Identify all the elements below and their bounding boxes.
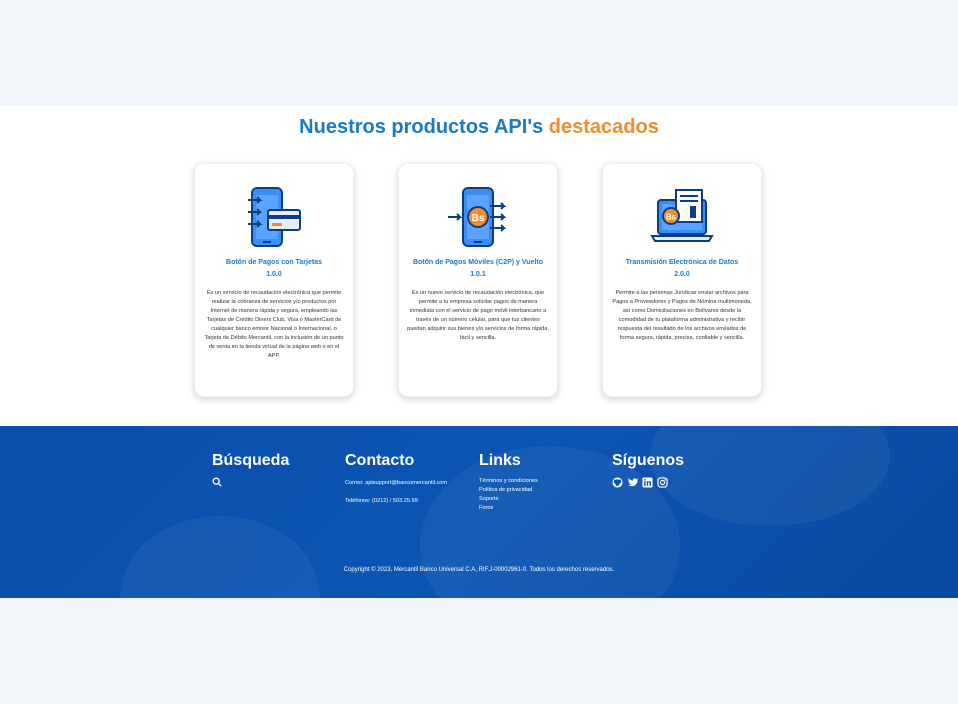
- footer-background-shape: [650, 426, 890, 526]
- contact-phone: Teléfonos: (0212) / 503.25.99: [345, 498, 418, 504]
- card-version: 1.0.0: [266, 271, 282, 278]
- footer-links-title: Links: [479, 452, 521, 469]
- product-card-mobile-payments[interactable]: Bs Botón de Pagos Móviles (C2P) y Vuelto…: [398, 163, 558, 397]
- svg-text:Bs: Bs: [472, 213, 485, 224]
- github-icon[interactable]: [612, 477, 623, 488]
- section-title: Nuestros productos API's destacados: [299, 116, 659, 138]
- card-version: 1.0.1: [470, 271, 486, 278]
- section-title-accent: destacados: [548, 116, 659, 138]
- social-links: [612, 477, 668, 488]
- contact-email[interactable]: Correo: apisupport@bancomercantil.com: [345, 479, 447, 487]
- card-description: Es un servicio de recaudación electrónic…: [204, 290, 344, 359]
- footer-search-title: Búsqueda: [212, 452, 290, 469]
- card-title[interactable]: Botón de Pagos Móviles (C2P) y Vuelto: [405, 258, 551, 267]
- card-description: Permite a las personas Jurídicas enviar …: [612, 290, 752, 341]
- copyright: Copyright © 2023, Mercantil Banco Univer…: [343, 567, 615, 573]
- card-description: Es un nuevo servicio de recaudación elec…: [407, 290, 549, 341]
- linkedin-icon[interactable]: [642, 477, 653, 488]
- footer-social-title: Síguenos: [612, 452, 685, 469]
- laptop-data-transfer-icon: Bs: [650, 189, 714, 242]
- card-title[interactable]: Botón de Pagos con Tarjetas: [201, 258, 347, 267]
- svg-text:Bs: Bs: [666, 213, 677, 222]
- footer-link-terms[interactable]: Términos y condiciones: [479, 477, 538, 485]
- product-card-card-payments[interactable]: Botón de Pagos con Tarjetas 1.0.0 Es un …: [194, 163, 354, 397]
- featured-products-section: Nuestros productos API's destacados Botó…: [0, 106, 958, 426]
- twitter-icon[interactable]: [627, 477, 638, 488]
- site-footer: Búsqueda Contacto Correo: apisupport@ban…: [0, 426, 958, 598]
- mobile-payment-bs-icon: Bs: [448, 187, 507, 247]
- card-title[interactable]: Transmisión Electrónica de Datos: [609, 258, 755, 267]
- footer-link-privacy[interactable]: Política de privacidad: [479, 486, 532, 494]
- footer-link-forums[interactable]: Foros: [479, 504, 493, 512]
- card-payment-phone-icon: [248, 187, 301, 247]
- card-version: 2.0.0: [674, 271, 690, 278]
- search-icon[interactable]: [212, 477, 222, 487]
- footer-contact-title: Contacto: [345, 452, 415, 469]
- instagram-icon[interactable]: [657, 477, 668, 488]
- product-card-data-transmission[interactable]: Bs Transmisión Electrónica de Datos 2.0.…: [602, 163, 762, 397]
- footer-background-shape: [120, 516, 320, 598]
- footer-link-support[interactable]: Soporte: [479, 495, 499, 503]
